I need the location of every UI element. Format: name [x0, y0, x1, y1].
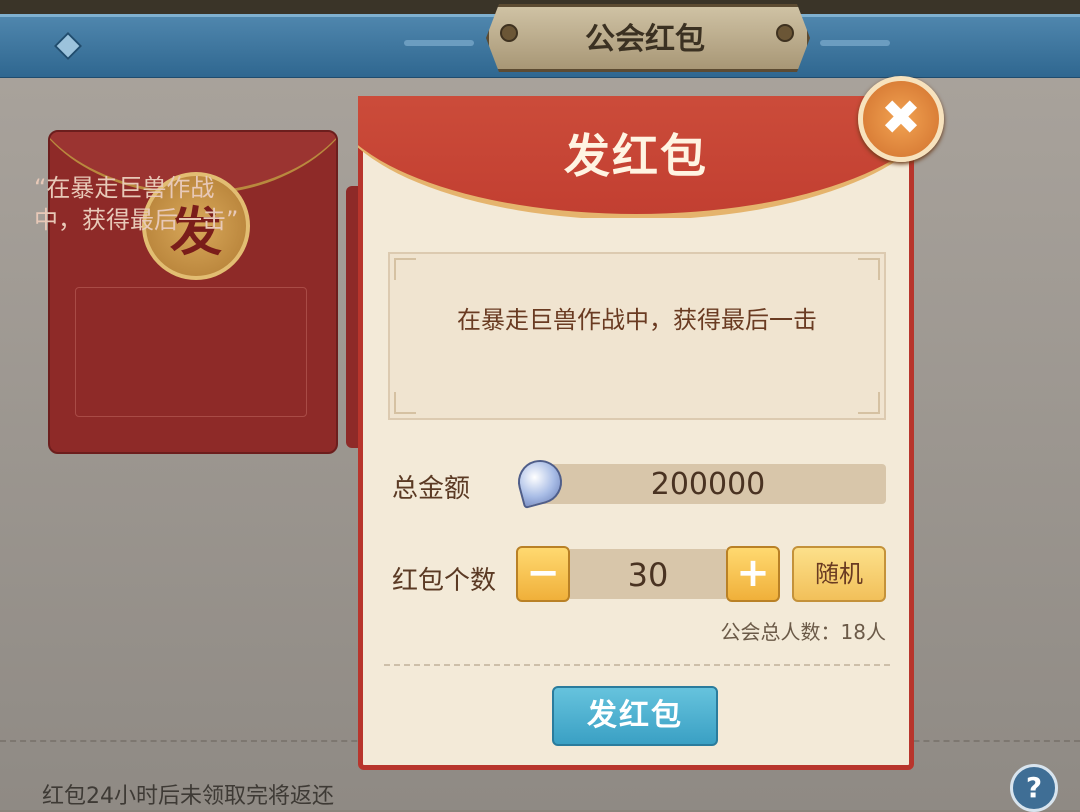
- card-text-box: [75, 287, 307, 417]
- card-message: “在暴走巨兽作战中，获得最后一击”: [34, 174, 239, 234]
- bar-ornament-right: [820, 40, 890, 46]
- corner-ornament: [394, 392, 416, 414]
- guild-member-count: 公会总人数：18人: [720, 620, 886, 644]
- amount-value: 200000: [650, 467, 766, 502]
- message-box: [388, 252, 886, 420]
- random-button[interactable]: 随机: [792, 546, 886, 602]
- page-title: 公会红包: [585, 22, 705, 57]
- minus-icon[interactable]: −: [516, 546, 570, 602]
- corner-ornament: [394, 258, 416, 280]
- amount-label: 总金额: [392, 474, 471, 504]
- plus-icon[interactable]: +: [726, 546, 780, 602]
- count-value[interactable]: 30: [570, 556, 726, 594]
- close-icon[interactable]: ✖: [858, 76, 944, 162]
- expiry-note: 红包24小时后未领取完将返还: [42, 784, 334, 809]
- corner-ornament: [858, 392, 880, 414]
- dialog-divider: [384, 664, 890, 666]
- corner-ornament: [858, 258, 880, 280]
- packet-message: 在暴走巨兽作战中，获得最后一击: [457, 306, 817, 334]
- help-icon[interactable]: ?: [1010, 764, 1058, 812]
- dialog-title: 发红包: [564, 129, 708, 183]
- count-label: 红包个数: [392, 566, 497, 596]
- send-button[interactable]: 发红包: [552, 686, 718, 746]
- bar-ornament-left: [404, 40, 474, 46]
